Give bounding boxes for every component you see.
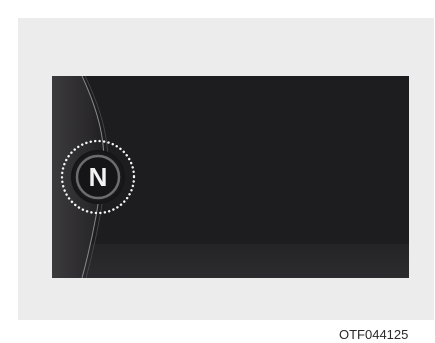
bottom-strip (52, 244, 409, 278)
instrument-cluster-display: N (52, 76, 409, 278)
figure-code: OTF044125 (339, 327, 409, 342)
gear-indicator-letter: N (88, 162, 108, 192)
